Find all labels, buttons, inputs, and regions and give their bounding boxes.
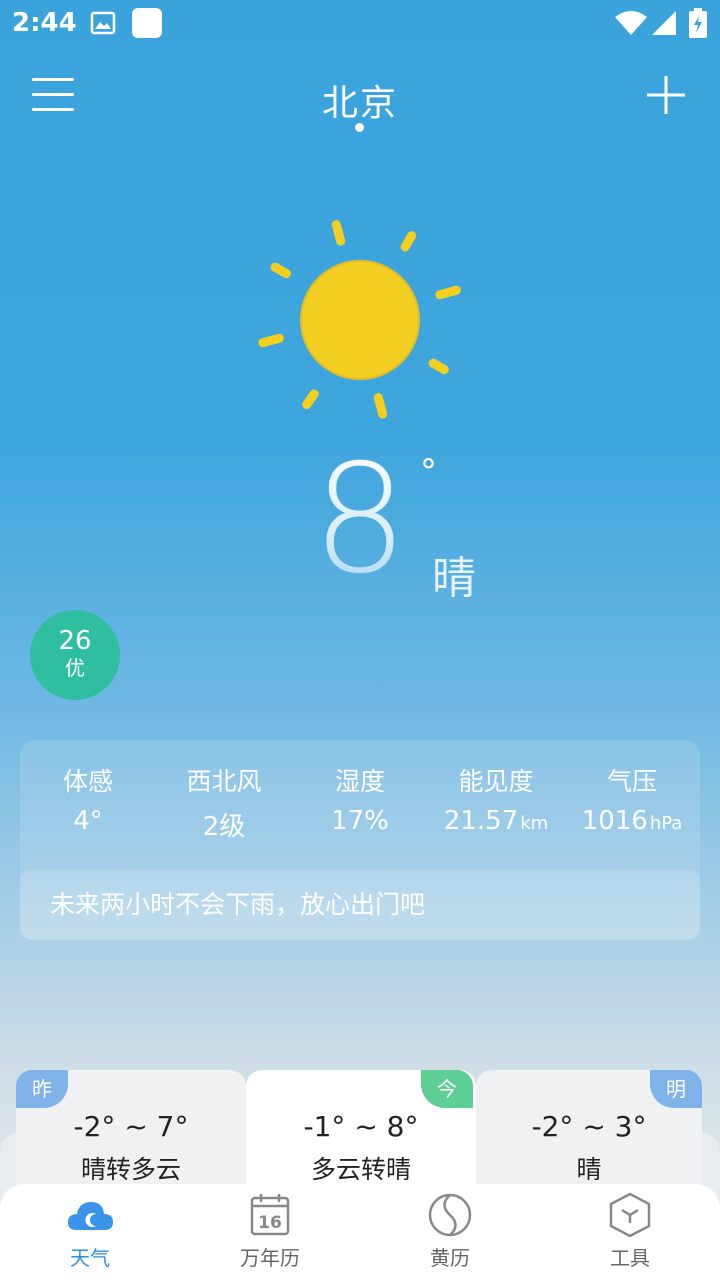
detail-label: 气压 <box>606 767 657 796</box>
detail-feels-like: 体感 4° <box>20 740 156 870</box>
status-time: 2:44 <box>12 8 77 38</box>
status-bar: 2:44 <box>0 0 720 50</box>
detail-value: 21.57 km <box>443 806 549 836</box>
detail-value: 4° <box>73 806 103 836</box>
forecast-temp-range: -2° ~ 7° <box>73 1110 189 1143</box>
nav-item-tools[interactable]: 工具 <box>540 1184 720 1280</box>
detail-unit: km <box>520 813 549 834</box>
nav-item-calendar[interactable]: 16 万年历 <box>180 1184 360 1280</box>
wifi-icon <box>615 11 647 35</box>
nav-label: 工具 <box>610 1246 650 1270</box>
bottom-navigation: 天气 16 万年历 黄历 工具 <box>0 1184 720 1280</box>
signal-icon <box>652 11 676 35</box>
current-temperature: 8 <box>300 440 420 600</box>
page-indicator-dot <box>355 123 364 132</box>
sun-icon <box>258 220 461 419</box>
image-notification-icon <box>90 11 116 35</box>
nav-item-weather[interactable]: 天气 <box>0 1184 180 1280</box>
degree-symbol: ° <box>420 452 437 492</box>
detail-label: 能见度 <box>458 767 534 796</box>
yinyang-icon <box>428 1193 472 1237</box>
add-city-icon[interactable] <box>646 75 686 115</box>
forecast-tag: 明 <box>650 1070 702 1108</box>
rain-forecast-tip[interactable]: 未来两小时不会下雨，放心出门吧 <box>20 870 700 940</box>
city-title[interactable]: 北京 <box>0 74 720 126</box>
forecast-yesterday[interactable]: 昨 -2° ~ 7° 晴转多云 <box>16 1070 246 1190</box>
forecast-condition: 多云转晴 <box>310 1155 411 1184</box>
app-notification-icon <box>132 8 162 38</box>
detail-visibility: 能见度 21.57 km <box>428 740 564 870</box>
battery-charging-icon <box>689 8 707 38</box>
detail-wind: 西北风 2级 <box>156 740 292 870</box>
detail-value: 2级 <box>202 812 246 842</box>
aqi-badge[interactable]: 26 优 <box>30 610 120 700</box>
forecast-tomorrow[interactable]: 明 -2° ~ 3° 晴 <box>476 1070 702 1190</box>
cube-icon <box>609 1192 651 1238</box>
forecast-temp-range: -2° ~ 3° <box>531 1110 647 1143</box>
detail-unit: hPa <box>649 813 683 834</box>
svg-text:16: 16 <box>258 1213 282 1233</box>
weather-details-row: 体感 4° 西北风 2级 湿度 17% 能见度 21.57 km 气压 1016 h… <box>20 740 700 870</box>
detail-humidity: 湿度 17% <box>292 740 428 870</box>
detail-value: 1016 hPa <box>581 806 683 836</box>
detail-label: 西北风 <box>186 767 262 796</box>
forecast-today[interactable]: 今 -1° ~ 8° 多云转晴 <box>246 1070 476 1190</box>
aqi-value: 26 <box>58 626 92 656</box>
cloud-moon-icon <box>67 1202 113 1230</box>
daily-forecast-strip: 昨 -2° ~ 7° 晴转多云 今 -1° ~ 8° 多云转晴 明 -2° ~ … <box>0 1070 720 1212</box>
detail-value: 17% <box>331 806 389 836</box>
detail-label: 湿度 <box>334 767 385 796</box>
detail-label: 体感 <box>62 767 113 796</box>
forecast-tag: 今 <box>421 1070 473 1108</box>
nav-label: 天气 <box>70 1246 110 1270</box>
nav-label: 万年历 <box>240 1246 300 1270</box>
forecast-temp-range: -1° ~ 8° <box>303 1110 419 1143</box>
aqi-level: 优 <box>65 656 85 680</box>
forecast-condition: 晴 <box>576 1155 602 1184</box>
forecast-condition: 晴转多云 <box>80 1155 181 1184</box>
calendar-icon: 16 <box>250 1194 290 1236</box>
forecast-tag: 昨 <box>16 1070 68 1108</box>
weather-condition: 晴 <box>432 553 476 604</box>
weather-details-card: 体感 4° 西北风 2级 湿度 17% 能见度 21.57 km 气压 1016 h… <box>20 740 700 940</box>
nav-label: 黄历 <box>430 1246 470 1270</box>
nav-item-almanac[interactable]: 黄历 <box>360 1184 540 1280</box>
detail-pressure: 气压 1016 hPa <box>564 740 700 870</box>
